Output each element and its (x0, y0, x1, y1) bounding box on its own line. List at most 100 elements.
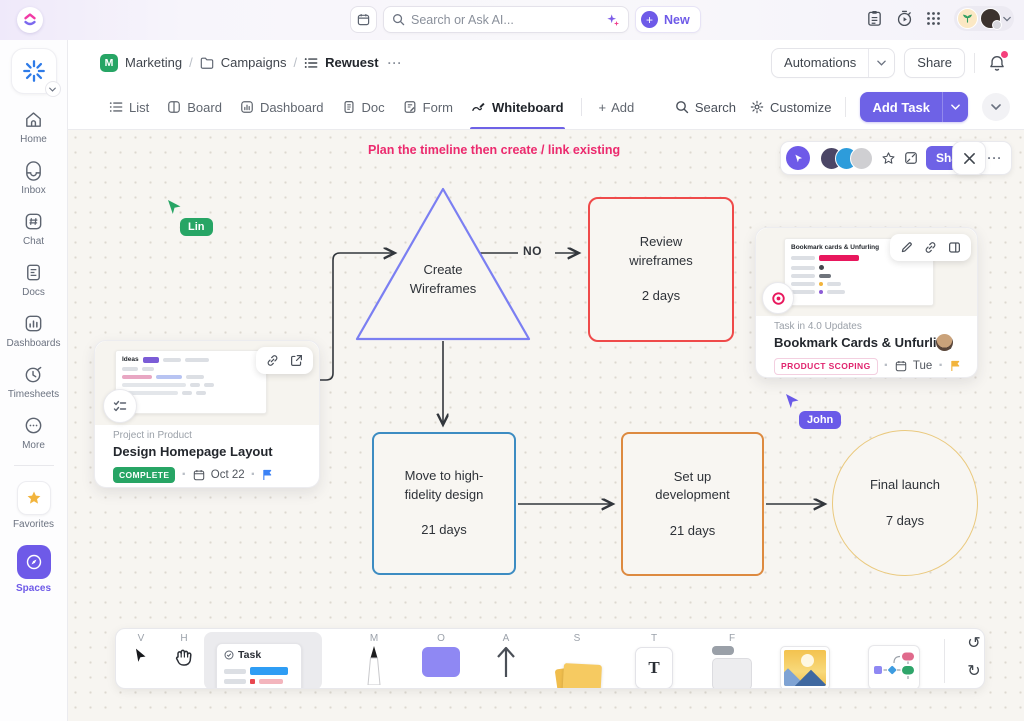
collaborator-avatars[interactable] (820, 146, 873, 170)
priority-flag-icon[interactable] (950, 360, 961, 372)
shape-review-wireframes[interactable]: Review wireframes 2 days (588, 197, 734, 342)
header-actions: Automations Share (771, 47, 1010, 78)
board-tab-icon (168, 101, 181, 113)
lin-cursor-icon (168, 200, 181, 214)
lin-cursor-label: Lin (180, 218, 213, 236)
app-window: Search or Ask AI... + New Home Inbox Cha… (0, 0, 1024, 721)
new-button-label: New (664, 12, 690, 27)
tab-board[interactable]: Board (158, 85, 231, 129)
view-search-button[interactable]: Search (675, 100, 736, 115)
search-input[interactable]: Search or Ask AI... (383, 6, 629, 33)
link-icon[interactable] (266, 354, 279, 367)
checklist-badge-icon (103, 389, 137, 423)
sidebar-item-more[interactable]: More (1, 408, 67, 459)
priority-flag-icon[interactable] (262, 469, 273, 481)
tool-connector[interactable]: A (488, 629, 524, 688)
sidebar-nav: Home Inbox Chat Docs Dashboards Timeshee… (1, 102, 67, 459)
whiteboard-canvas[interactable]: Plan the timeline then create / link exi… (68, 130, 1024, 721)
task-card-bookmark-cards[interactable]: Bookmark cards & Unfurling Task in 4.0 U… (755, 227, 978, 378)
node-title: Final launch (869, 477, 941, 493)
connector-no-label[interactable]: NO (523, 244, 542, 258)
sidebar-item-spaces[interactable]: Spaces (1, 538, 67, 602)
notifications-button[interactable] (984, 49, 1010, 76)
follow-cursor-icon[interactable] (786, 146, 810, 170)
notepad-icon[interactable] (866, 10, 883, 27)
add-task-button[interactable]: Add Task (860, 92, 968, 122)
breadcrumb-page[interactable]: Rewuest (325, 55, 378, 70)
tab-doc[interactable]: Doc (333, 85, 394, 129)
automations-button[interactable]: Automations (771, 47, 896, 78)
pen-tool-icon (367, 646, 381, 685)
shape-high-fidelity[interactable]: Move to high-fidelity design 21 days (372, 432, 516, 575)
tool-image[interactable] (780, 629, 830, 688)
spaces-compass-icon (16, 545, 51, 579)
whiteboard-more-button[interactable]: ··· (987, 151, 1002, 165)
tool-text[interactable]: T T (634, 629, 674, 688)
search-icon (393, 14, 405, 26)
sidebar-item-favorites[interactable]: Favorites (1, 474, 67, 538)
tool-task-card[interactable]: Task (204, 629, 322, 688)
tool-select-cursor[interactable]: V (124, 629, 158, 688)
preview-screenshot: Ideas (115, 350, 267, 414)
calendar-icon (357, 14, 370, 26)
task-card-design-homepage[interactable]: Ideas Project in Product Design Homepage… (94, 340, 320, 488)
tool-pen[interactable]: M (356, 629, 392, 688)
tab-whiteboard[interactable]: Whiteboard (462, 85, 573, 129)
chat-icon (25, 213, 42, 230)
edit-pencil-icon[interactable] (900, 241, 913, 254)
status-badge[interactable]: PRODUCT SCOPING (774, 357, 878, 375)
assignee-avatar[interactable] (936, 334, 953, 351)
clickup-logo-icon[interactable] (17, 7, 43, 33)
timer-icon[interactable] (896, 10, 913, 27)
sidebar-item-home[interactable]: Home (1, 102, 67, 153)
task-card-body: Task in 4.0 Updates Bookmark Cards & Unf… (774, 321, 965, 375)
calendar-button[interactable] (350, 6, 377, 33)
john-cursor-label: John (799, 411, 842, 429)
tool-pan-hand[interactable]: H (166, 629, 202, 688)
columns-icon[interactable] (948, 241, 961, 254)
due-date[interactable]: Tue (913, 360, 932, 372)
automations-chevron[interactable] (868, 48, 894, 77)
collapse-toolbar-button[interactable] (982, 93, 1010, 121)
shape-final-launch[interactable]: Final launch 7 days (832, 430, 978, 576)
open-external-icon[interactable] (290, 354, 303, 367)
new-button[interactable]: + New (635, 6, 701, 33)
shape-setup-development[interactable]: Set up development 21 days (621, 432, 764, 576)
tab-form[interactable]: Form (394, 85, 462, 129)
tool-template[interactable] (861, 629, 922, 688)
expand-icon[interactable] (904, 151, 918, 165)
add-task-chevron[interactable] (942, 92, 968, 122)
favorite-star-icon[interactable] (881, 151, 896, 166)
sidebar-item-timesheets[interactable]: Timesheets (1, 357, 67, 408)
breadcrumb-more-button[interactable]: ··· (388, 56, 403, 70)
link-icon[interactable] (924, 241, 937, 254)
favorites-star-icon (16, 481, 51, 515)
breadcrumb-space[interactable]: Marketing (125, 55, 182, 70)
tab-add-view-button[interactable]: + Add (590, 100, 644, 115)
annotation-text[interactable]: Plan the timeline then create / link exi… (368, 143, 620, 157)
account-switcher[interactable] (954, 6, 1014, 31)
sidebar-item-docs[interactable]: Docs (1, 255, 67, 306)
tool-sticky-note[interactable]: S (554, 629, 602, 688)
sidebar-item-dashboards[interactable]: Dashboards (1, 306, 67, 357)
tab-list[interactable]: List (100, 85, 158, 129)
sidebar-item-chat[interactable]: Chat (1, 204, 67, 255)
workspace-switcher[interactable] (10, 48, 61, 97)
sidebar-item-label: Home (20, 134, 47, 145)
due-date[interactable]: Oct 22 (211, 469, 245, 481)
tool-shape[interactable]: O (421, 629, 461, 688)
share-button[interactable]: Share (904, 47, 965, 78)
breadcrumb-folder[interactable]: Campaigns (221, 55, 287, 70)
task-title[interactable]: Design Homepage Layout (113, 444, 307, 459)
undo-button[interactable]: ↺ (967, 633, 980, 655)
apps-grid-icon[interactable] (926, 11, 941, 26)
sidebar-item-inbox[interactable]: Inbox (1, 153, 67, 204)
space-badge[interactable]: M (100, 53, 118, 72)
status-badge[interactable]: COMPLETE (113, 467, 176, 483)
ai-sparkle-icon (607, 13, 620, 26)
customize-button[interactable]: Customize (750, 100, 831, 115)
redo-button[interactable]: ↻ (967, 661, 980, 683)
tab-dashboard[interactable]: Dashboard (231, 85, 333, 129)
tool-frame[interactable]: F (710, 629, 754, 688)
close-whiteboard-button[interactable] (952, 141, 986, 175)
